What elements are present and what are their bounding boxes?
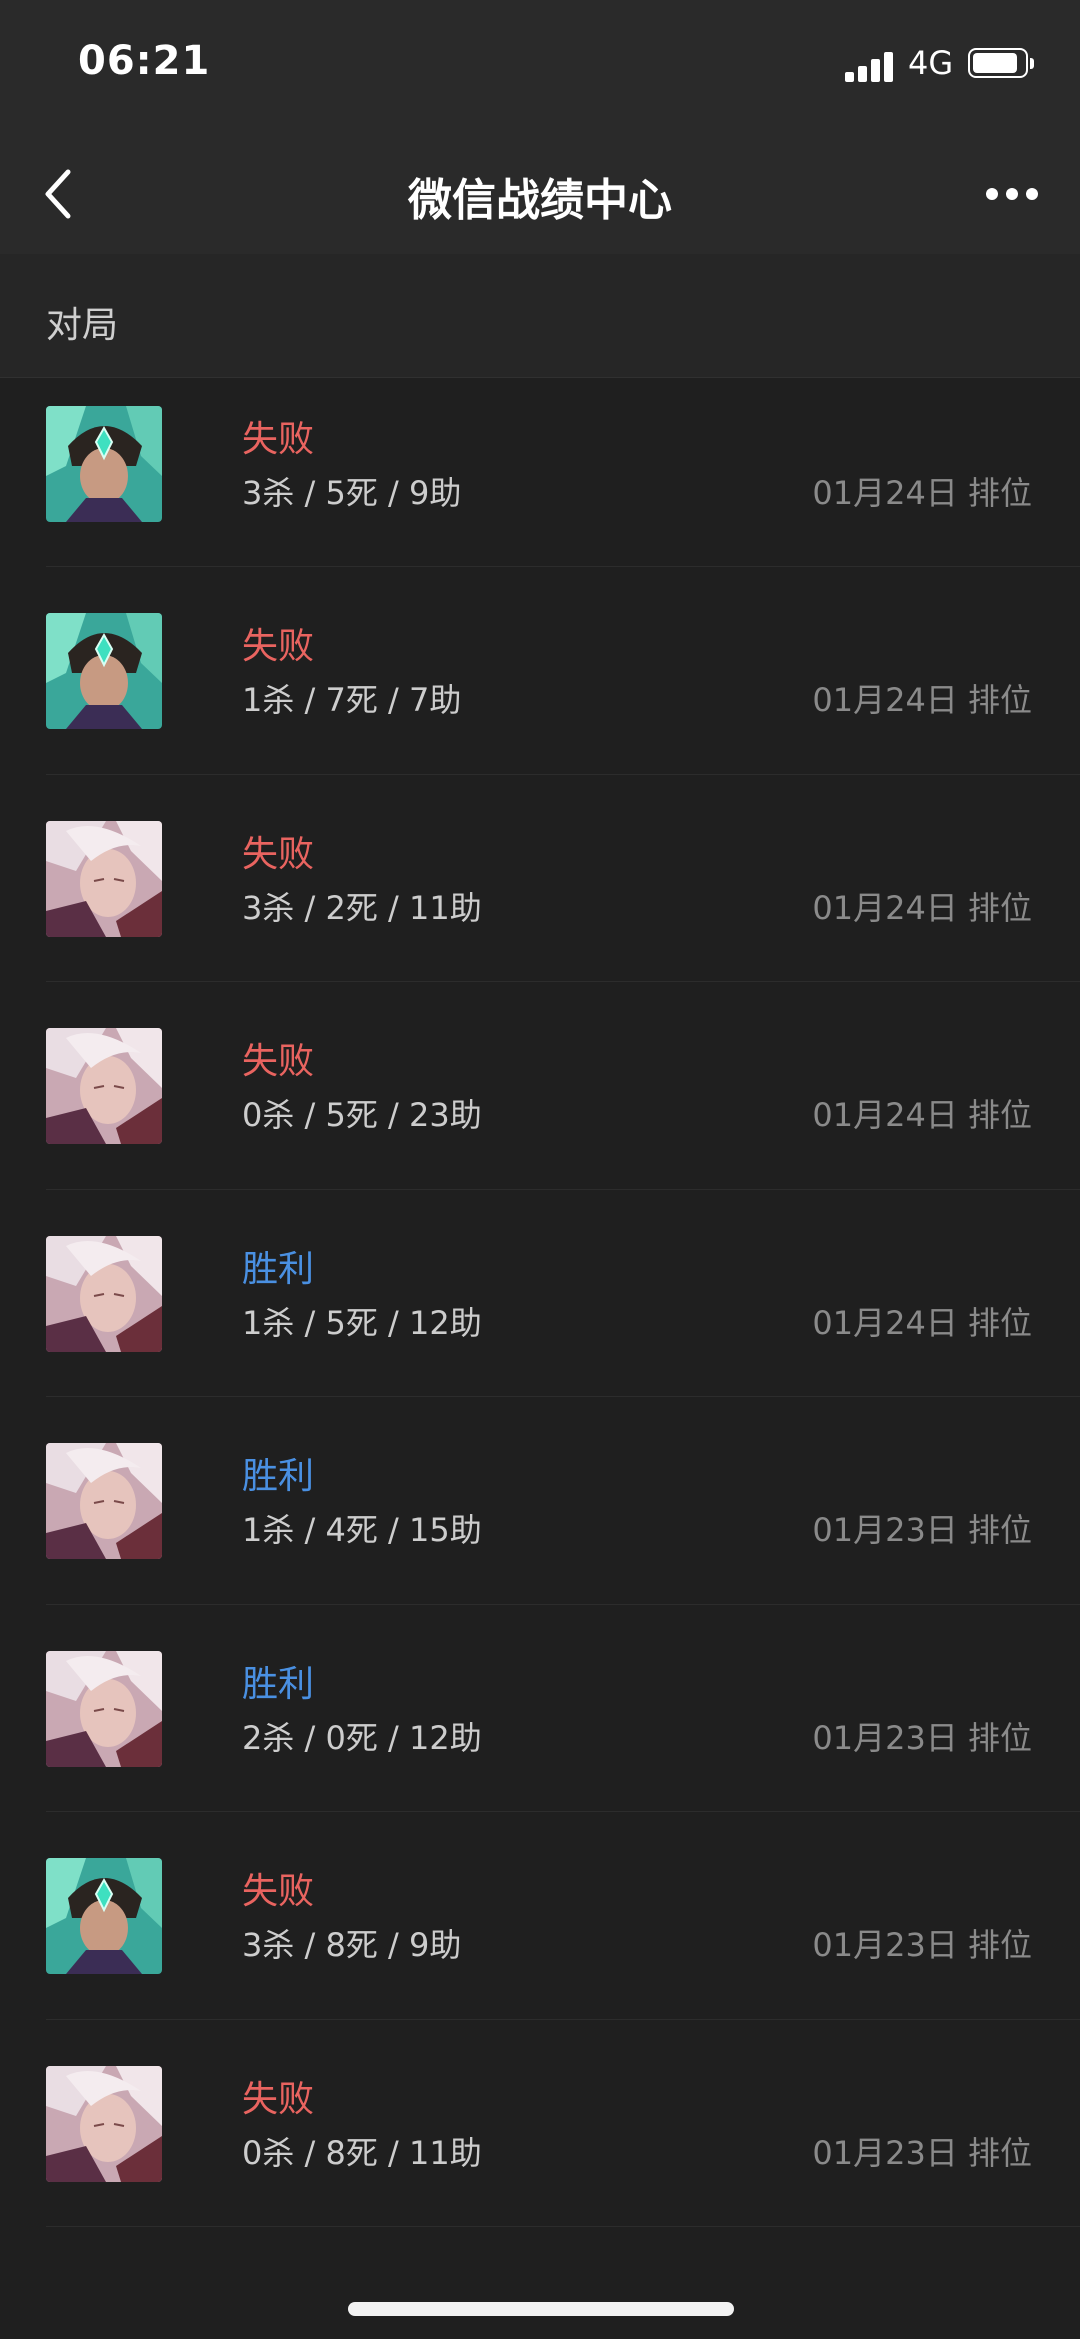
match-result: 失败 xyxy=(242,626,315,667)
status-bar: 06:21 4G xyxy=(0,0,1080,136)
match-kda: 3杀 / 2死 / 11助 xyxy=(242,888,482,927)
match-row[interactable]: 失败 3杀 / 8死 / 9助 01月23日 排位 xyxy=(0,1812,1080,2020)
page-title: 微信战绩中心 xyxy=(408,175,672,226)
match-meta: 01月24日 排位 xyxy=(812,883,1032,929)
match-list[interactable]: 5杀 / 2死 / 13助01月24日 排位失败3杀 / 5死 / 9助01月2… xyxy=(0,254,1080,2339)
match-kda: 0杀 / 8死 / 11助 xyxy=(242,2133,482,2172)
match-row[interactable]: 失败 3杀 / 5死 / 9助 01月24日 排位 xyxy=(0,360,1080,568)
nav-bar: 微信战绩中心 xyxy=(0,136,1080,254)
match-meta: 01月23日 排位 xyxy=(812,1505,1032,1551)
match-mode: 排位 xyxy=(967,1511,1032,1549)
match-meta: 01月24日 排位 xyxy=(812,1090,1032,1136)
teal-armored-champion-avatar xyxy=(46,613,162,729)
match-meta: 01月23日 排位 xyxy=(812,2128,1032,2174)
pink-haired-champion-avatar xyxy=(46,1443,162,1559)
match-kda: 1杀 / 5死 / 12助 xyxy=(242,1303,482,1342)
match-meta: 01月23日 排位 xyxy=(812,1920,1032,1966)
match-mode: 排位 xyxy=(967,1926,1032,1964)
match-date: 01月24日 xyxy=(812,681,958,719)
match-date: 01月23日 xyxy=(812,1511,958,1549)
match-kda: 2杀 / 0死 / 12助 xyxy=(242,1718,482,1757)
more-button[interactable] xyxy=(982,176,1042,212)
match-date: 01月23日 xyxy=(812,1718,958,1757)
section-header: 对局 xyxy=(0,254,1080,378)
match-date: 01月24日 xyxy=(812,473,958,512)
match-kda: 1杀 / 7死 / 7助 xyxy=(242,681,462,719)
teal-armored-champion-avatar xyxy=(46,405,162,522)
match-row[interactable]: 胜利 1杀 / 5死 / 12助 01月24日 排位 xyxy=(0,1190,1080,1398)
match-kda: 0杀 / 5死 / 23助 xyxy=(242,1096,482,1134)
match-meta: 01月24日 排位 xyxy=(812,675,1032,721)
match-result: 胜利 xyxy=(242,1456,315,1497)
match-mode: 排位 xyxy=(967,2133,1032,2172)
match-row[interactable]: 失败 1杀 / 7死 / 7助 01月24日 排位 xyxy=(0,567,1080,775)
match-mode: 排位 xyxy=(967,1718,1032,1757)
match-mode: 排位 xyxy=(967,473,1032,512)
pink-haired-champion-avatar xyxy=(46,820,162,937)
match-row[interactable]: 胜利 1杀 / 4死 / 15助 01月23日 排位 xyxy=(0,1397,1080,1605)
match-meta: 01月23日 排位 xyxy=(812,1713,1032,1759)
match-date: 01月24日 xyxy=(812,1303,958,1342)
match-row[interactable]: 胜利 2杀 / 0死 / 12助 01月23日 排位 xyxy=(0,1605,1080,1813)
match-date: 01月23日 xyxy=(812,1926,958,1964)
match-mode: 排位 xyxy=(967,1303,1032,1342)
match-mode: 排位 xyxy=(967,888,1032,927)
match-date: 01月24日 xyxy=(812,1096,958,1134)
match-row[interactable]: 失败 0杀 / 5死 / 23助 01月24日 排位 xyxy=(0,982,1080,1190)
match-mode: 排位 xyxy=(967,1096,1032,1134)
match-meta: 01月24日 排位 xyxy=(812,468,1032,514)
match-kda: 1杀 / 4死 / 15助 xyxy=(242,1511,482,1549)
home-indicator[interactable] xyxy=(348,2302,734,2316)
match-kda: 3杀 / 5死 / 9助 xyxy=(242,473,462,512)
pink-haired-champion-avatar xyxy=(46,2065,162,2182)
battery-icon xyxy=(968,48,1036,82)
match-result: 失败 xyxy=(242,833,315,875)
network-type: 4G xyxy=(908,44,954,82)
match-result: 胜利 xyxy=(242,1248,315,1290)
match-row[interactable]: 失败 0杀 / 8死 / 11助 01月23日 排位 xyxy=(0,2020,1080,2228)
match-meta: 01月24日 排位 xyxy=(812,1298,1032,1344)
signal-icon xyxy=(845,50,897,82)
match-date: 01月23日 xyxy=(812,2133,958,2172)
section-title: 对局 xyxy=(46,305,119,346)
match-kda: 3杀 / 8死 / 9助 xyxy=(242,1926,462,1964)
status-time: 06:21 xyxy=(78,38,211,84)
teal-armored-champion-avatar xyxy=(46,1858,162,1974)
match-mode: 排位 xyxy=(967,681,1032,719)
match-result: 失败 xyxy=(242,418,315,460)
match-result: 胜利 xyxy=(242,1663,315,1705)
pink-haired-champion-avatar xyxy=(46,1028,162,1144)
more-icon xyxy=(986,188,1038,200)
pink-haired-champion-avatar xyxy=(46,1235,162,1352)
match-result: 失败 xyxy=(242,1041,315,1082)
match-date: 01月24日 xyxy=(812,888,958,927)
match-result: 失败 xyxy=(242,1871,315,1912)
match-result: 失败 xyxy=(242,2078,315,2120)
match-row[interactable]: 失败 3杀 / 2死 / 11助 01月24日 排位 xyxy=(0,775,1080,983)
pink-haired-champion-avatar xyxy=(46,1650,162,1767)
